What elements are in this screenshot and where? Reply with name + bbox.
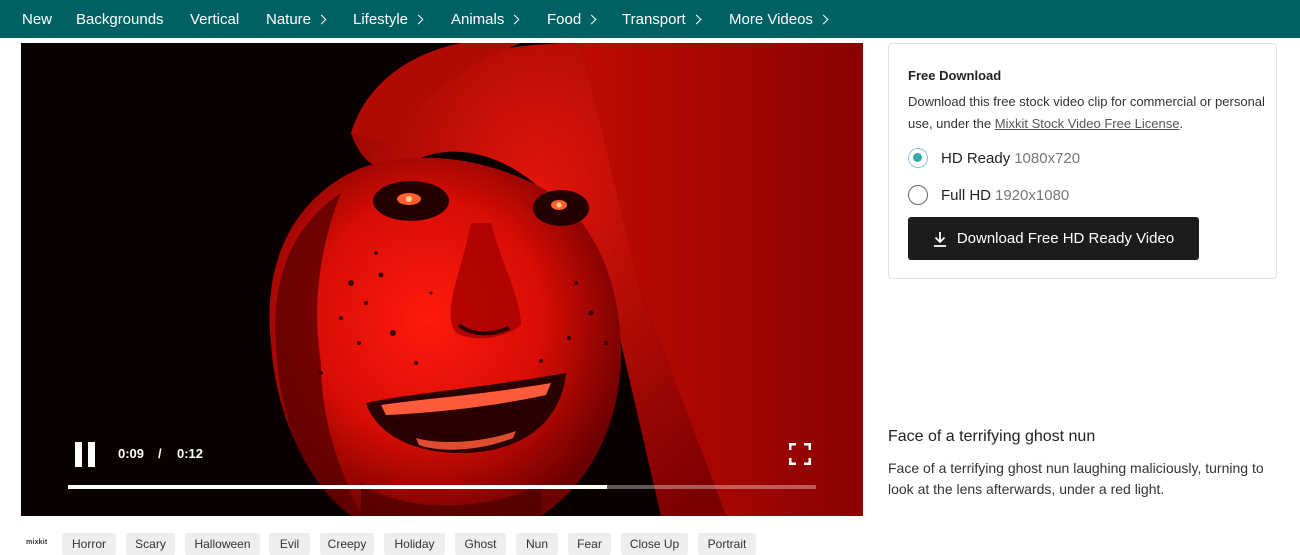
tag-scary[interactable]: Scary [126,533,175,555]
nav-item-label: Food [547,10,582,28]
tag-fear[interactable]: Fear [568,533,611,555]
nav-item-label: More Videos [729,10,813,28]
nav-item-new[interactable]: New [22,0,52,38]
progress-fill [68,485,607,489]
chevron-right-icon [691,14,702,24]
fullscreen-icon [788,442,812,466]
progress-bar[interactable] [68,485,816,489]
option-hd-ready[interactable]: HD Ready 1080x720 [908,146,1080,170]
download-card: Free Download Download this free stock v… [888,43,1277,279]
nav-item-label: New [22,10,53,28]
mixkit-logo: mixkit [26,539,48,546]
time-separator: / [158,446,162,461]
tag-horror[interactable]: Horror [62,533,116,555]
option-label: HD Ready [941,149,1011,167]
chevron-right-icon [818,14,829,24]
nav-item-transport[interactable]: Transport [622,0,702,38]
radio-unselected-icon[interactable] [908,185,928,205]
download-icon [933,231,946,247]
chevron-right-icon [586,14,597,24]
nav-item-backgrounds[interactable]: Backgrounds [76,0,164,38]
pause-icon [88,442,95,467]
current-time: 0:09 [118,446,145,461]
radio-selected-icon[interactable] [908,148,928,168]
chevron-right-icon [413,14,424,24]
pause-icon [75,442,82,467]
nav-item-vertical[interactable]: Vertical [190,0,239,38]
duration: 0:12 [177,446,204,461]
option-full-hd[interactable]: Full HD 1920x1080 [908,183,1069,207]
download-desc-suffix: . [1179,116,1184,131]
download-button[interactable]: Download Free HD Ready Video [908,217,1199,260]
video-player[interactable]: 0:09 / 0:12 [21,43,863,516]
nav-item-animals[interactable]: Animals [451,0,520,38]
option-resolution: 1920x1080 [995,186,1070,204]
nav-item-label: Animals [451,10,505,28]
tag-creepy[interactable]: Creepy [320,533,374,555]
top-nav: New Backgrounds Vertical Nature Lifestyl… [0,0,1300,38]
chevron-right-icon [509,14,520,24]
nav-item-more-videos[interactable]: More Videos [729,0,829,38]
tag-ghost[interactable]: Ghost [455,533,506,555]
tag-portrait[interactable]: Portrait [698,533,756,555]
download-button-label: Download Free HD Ready Video [956,230,1175,247]
nav-item-label: Transport [622,10,686,28]
pause-button[interactable] [75,442,97,467]
video-description: Face of a terrifying ghost nun laughing … [888,460,1264,497]
option-label: Full HD [941,186,992,204]
option-resolution: 1080x720 [1014,149,1081,167]
nav-item-label: Nature [266,10,312,28]
nav-item-label: Backgrounds [76,10,164,28]
video-controls: 0:09 / 0:12 [21,43,863,516]
chevron-right-icon [316,14,327,24]
video-title: Face of a terrifying ghost nun [888,428,1096,445]
tag-evil[interactable]: Evil [269,533,310,555]
download-heading: Free Download [908,68,1002,83]
tag-close-up[interactable]: Close Up [621,533,688,555]
nav-item-nature[interactable]: Nature [266,0,327,38]
fullscreen-button[interactable] [788,442,812,466]
nav-item-label: Vertical [190,10,240,28]
license-link[interactable]: Mixkit Stock Video Free License [995,116,1180,131]
tag-holiday[interactable]: Holiday [384,533,445,555]
tag-halloween[interactable]: Halloween [185,533,260,555]
nav-item-food[interactable]: Food [547,0,597,38]
nav-item-lifestyle[interactable]: Lifestyle [353,0,424,38]
nav-item-label: Lifestyle [353,10,409,28]
download-description: Download this free stock video clip for … [908,91,1268,135]
tag-nun[interactable]: Nun [516,533,558,555]
